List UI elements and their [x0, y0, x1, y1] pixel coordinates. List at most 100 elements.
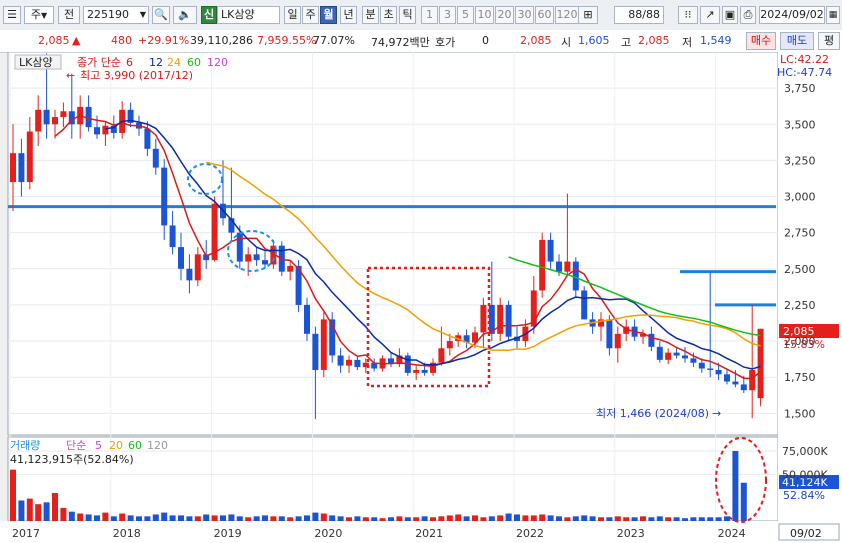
- volume-bar: [589, 516, 596, 521]
- volume-legend-title: 거래량: [10, 439, 40, 452]
- volume-bar: [312, 512, 319, 521]
- volume-tick-label: 75,000K: [782, 445, 828, 458]
- interval-button-10[interactable]: 10: [475, 6, 494, 24]
- low-note: 최저 1,466 (2024/08): [596, 407, 709, 420]
- period-tab-틱[interactable]: 틱: [399, 6, 416, 24]
- volume-value: 39,110,286: [190, 34, 253, 47]
- volume-bar: [220, 515, 226, 521]
- candle-body: [564, 261, 571, 272]
- volume-bar: [413, 517, 420, 521]
- period-tab-일[interactable]: 일: [284, 6, 301, 24]
- code-input[interactable]: 225190 ▼: [83, 6, 149, 24]
- candle-body: [749, 369, 756, 391]
- candle-body: [497, 304, 504, 334]
- volume-bar: [564, 517, 571, 521]
- print-icon[interactable]: ⎙: [740, 6, 756, 24]
- speaker-icon[interactable]: 🔈: [173, 6, 197, 24]
- volume-bar: [35, 504, 42, 521]
- volume-bar: [43, 502, 50, 521]
- market-select[interactable]: 주▼: [24, 6, 54, 24]
- high-label: 고: [621, 36, 632, 49]
- year-tick-label: 2024: [718, 527, 746, 540]
- volume-bar: [472, 515, 478, 521]
- arrow-left-icon: ←: [66, 69, 75, 82]
- candle-body: [707, 368, 714, 370]
- period-tab-년[interactable]: 년: [340, 6, 357, 24]
- date-input[interactable]: 2024/09/02: [759, 6, 825, 24]
- interval-button-5[interactable]: 5: [457, 6, 474, 24]
- volume-bar: [698, 517, 705, 521]
- volume-bar: [463, 516, 470, 521]
- candle-body: [606, 319, 613, 349]
- candle-body: [337, 355, 344, 366]
- toolbar: ☰ 주▼ 전 225190 ▼ 🔍 🔈 신 LK삼양 ⊞ 88/88 ⁝⁝ ↗ …: [0, 0, 842, 31]
- candle-body: [446, 341, 453, 349]
- interval-button-60[interactable]: 60: [535, 6, 554, 24]
- candle-body: [421, 369, 428, 373]
- volume-bar: [211, 515, 218, 521]
- volume-bar: [10, 469, 16, 521]
- interval-button-20[interactable]: 20: [495, 6, 514, 24]
- prev-button[interactable]: 전: [58, 6, 80, 24]
- current-price: 2,085: [520, 34, 552, 47]
- open-value: 1,605: [578, 34, 610, 47]
- interval-button-1[interactable]: 1: [421, 6, 438, 24]
- chevron-down-icon: ▼: [40, 11, 48, 20]
- interval-button-120[interactable]: 120: [555, 6, 579, 24]
- volume-bar: [530, 515, 537, 521]
- candle-body: [480, 304, 487, 333]
- quote-bar: 2,085 ▲ 480 +29.91% 39,110,286 7,959.55%…: [0, 30, 842, 53]
- code-value: 225190: [87, 8, 129, 21]
- candle-body: [102, 125, 109, 135]
- interval-button-30[interactable]: 30: [515, 6, 534, 24]
- avg-button[interactable]: 평: [818, 32, 840, 50]
- sell-button[interactable]: 매도: [780, 32, 814, 50]
- volume-plot-area: [7, 436, 779, 522]
- period-tab-분[interactable]: 분: [362, 6, 379, 24]
- volume-bar: [295, 516, 302, 521]
- grid-icon[interactable]: ⁝⁝: [678, 6, 698, 24]
- volume-bar: [740, 482, 747, 521]
- price-tick-label: 3,750: [784, 82, 816, 95]
- volume-bar: [438, 516, 445, 521]
- volume-bar: [110, 516, 117, 521]
- volume-bar: [505, 513, 512, 521]
- candle-body: [539, 239, 546, 291]
- price-tick-label: 2,250: [784, 299, 816, 312]
- volume-bar: [455, 514, 462, 521]
- search-icon[interactable]: 🔍: [152, 6, 170, 24]
- candle-body: [346, 359, 352, 366]
- interval-button-3[interactable]: 3: [439, 6, 456, 24]
- expand-icon[interactable]: ⊞: [578, 6, 598, 24]
- volume-bar: [362, 517, 369, 521]
- volume-bar: [656, 516, 663, 521]
- volume-ma-title: 단순: [66, 439, 86, 452]
- year-tick-label: 2021: [415, 527, 443, 540]
- volume-bar: [572, 516, 579, 521]
- price-tick-label: 1,500: [784, 407, 816, 420]
- candle-body: [673, 352, 680, 356]
- volume-bar: [631, 517, 638, 521]
- candle-body: [194, 254, 201, 281]
- period-tab-월[interactable]: 월: [320, 6, 337, 24]
- candle-body: [253, 254, 260, 261]
- scale-icon[interactable]: ↗: [700, 6, 720, 24]
- change-value: 480: [111, 34, 132, 47]
- buy-button[interactable]: 매수: [746, 32, 776, 50]
- candle-body: [287, 265, 294, 272]
- low-value: 1,549: [700, 34, 732, 47]
- menu-icon[interactable]: ☰: [3, 6, 21, 24]
- save-icon[interactable]: ▣: [722, 6, 738, 24]
- period-tab-초[interactable]: 초: [380, 6, 397, 24]
- hoga-label: 호가: [435, 36, 456, 49]
- candle-body: [581, 290, 588, 320]
- volume-bar: [715, 517, 722, 521]
- volume-bar: [396, 516, 403, 521]
- period-tab-주[interactable]: 주: [302, 6, 319, 24]
- volume-bar: [152, 514, 159, 521]
- candle-body: [354, 359, 361, 368]
- count-input[interactable]: 88/88: [614, 6, 664, 24]
- price-tick-label: 2,000: [784, 335, 816, 348]
- volume-bar: [194, 516, 201, 521]
- calendar-icon[interactable]: ▦: [826, 6, 840, 24]
